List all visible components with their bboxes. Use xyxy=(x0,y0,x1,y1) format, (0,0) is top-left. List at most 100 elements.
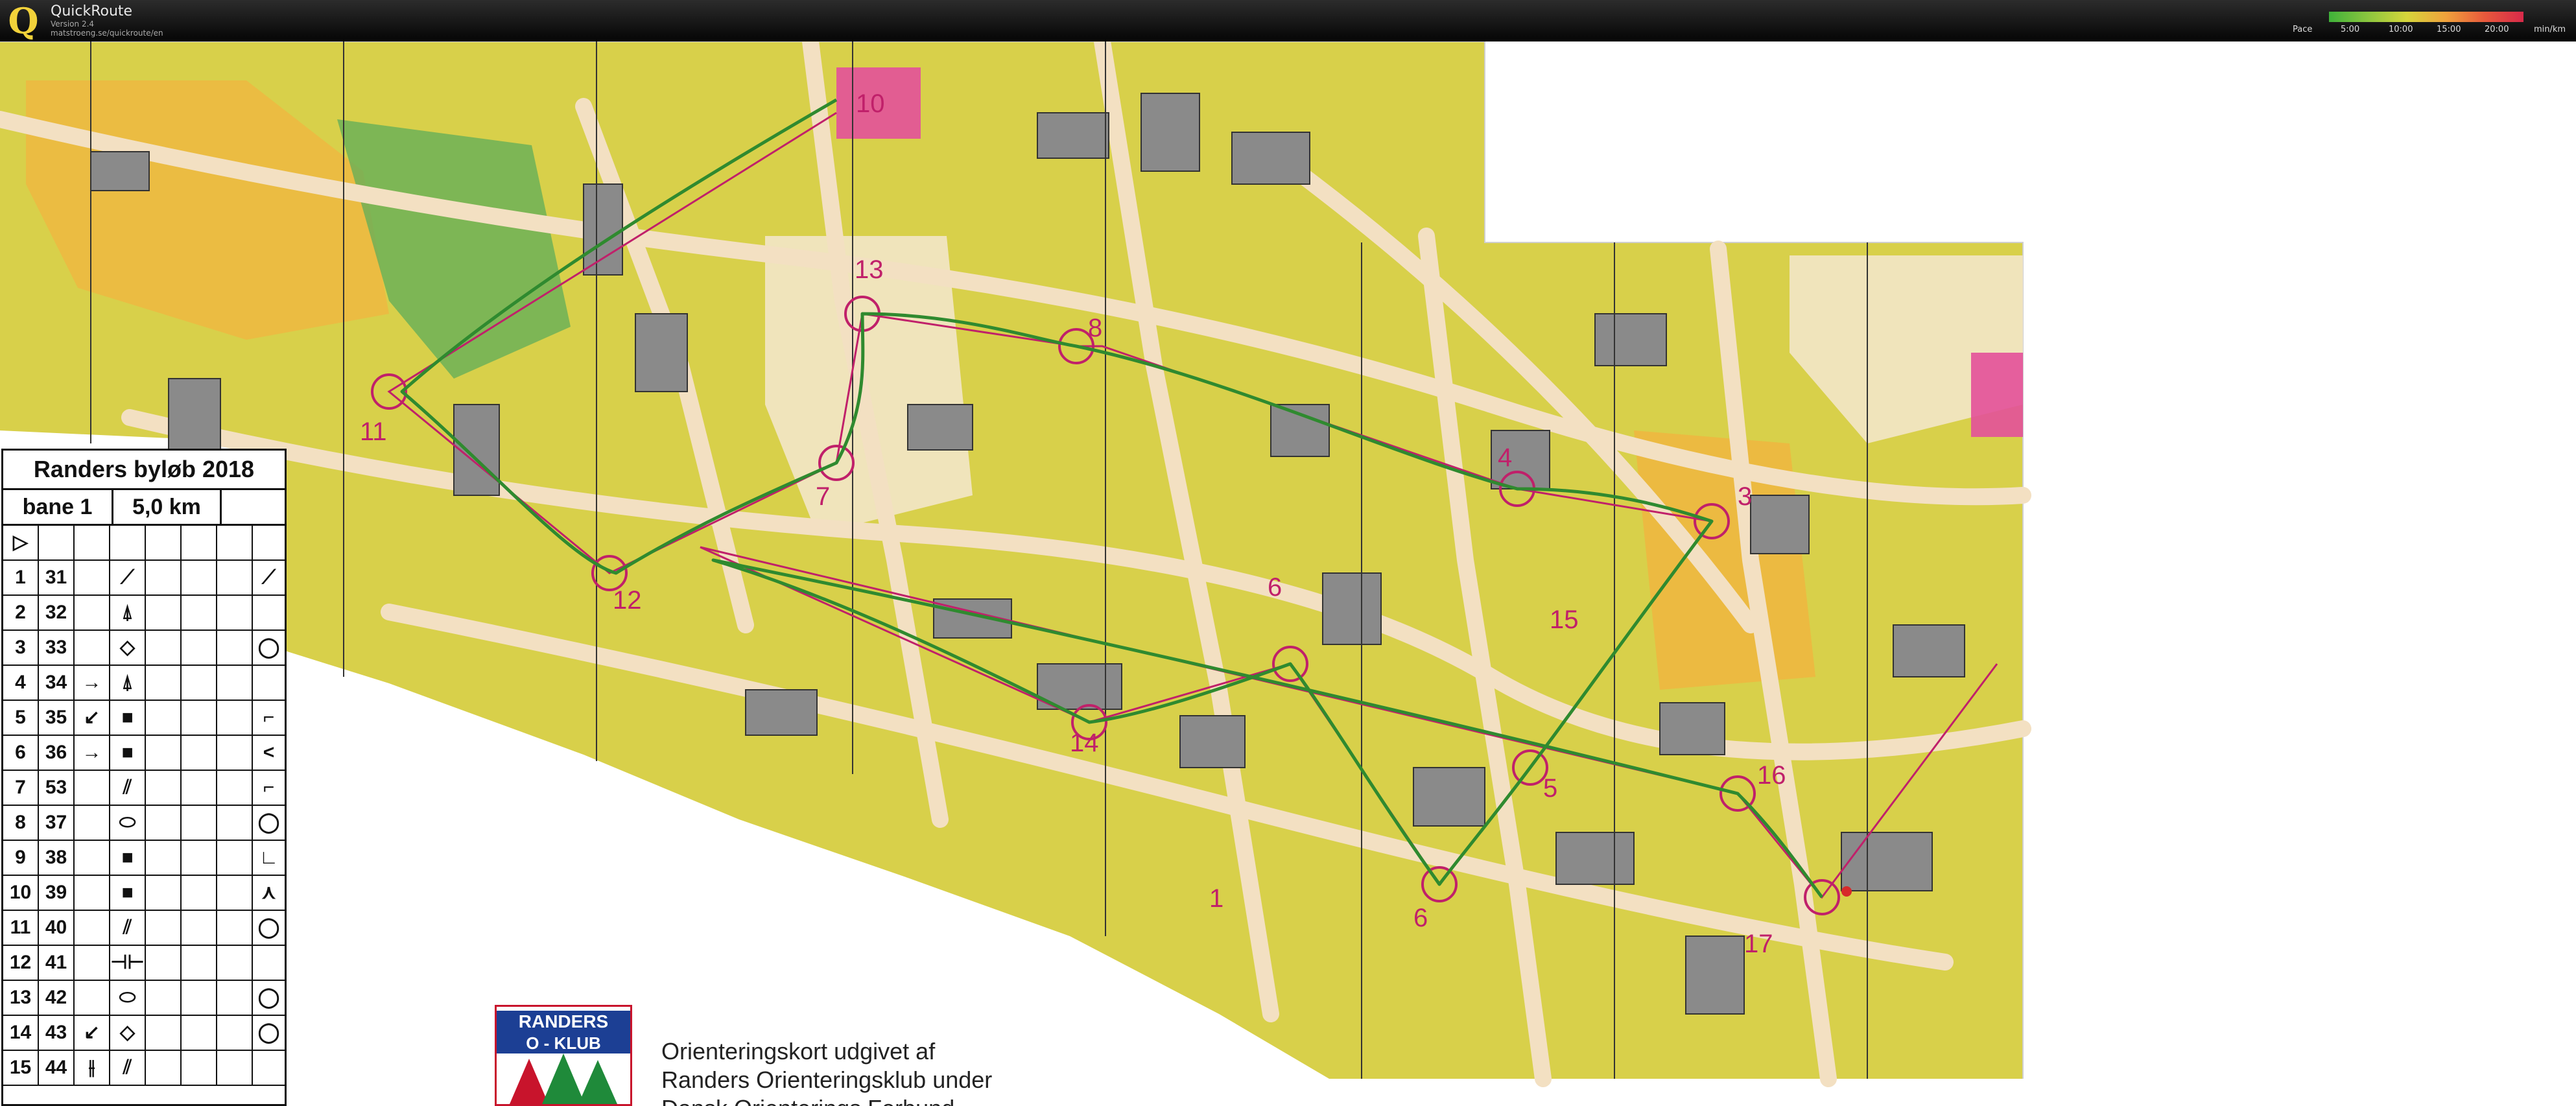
publisher-line: Orienteringskort udgivet af xyxy=(661,1038,936,1065)
control-sym3 xyxy=(146,1051,182,1085)
control-sym4 xyxy=(182,806,217,840)
control-num: 10 xyxy=(3,876,39,910)
control-sym1 xyxy=(75,806,110,840)
control-sym4 xyxy=(182,596,217,629)
control-label: 6 xyxy=(1413,904,1428,932)
control-code: 33 xyxy=(39,631,75,665)
control-num: 12 xyxy=(3,946,39,980)
control-sym3 xyxy=(146,806,182,840)
control-row: 5 35 ↙ ■ ⌐ xyxy=(3,701,285,736)
control-sym5 xyxy=(217,771,253,805)
control-code: 39 xyxy=(39,876,75,910)
control-code: 31 xyxy=(39,561,75,594)
control-sym4 xyxy=(182,701,217,735)
control-label: 15 xyxy=(1550,606,1579,634)
control-sym4 xyxy=(182,736,217,770)
control-sym6 xyxy=(253,596,285,629)
control-row: 6 36 → ■ < xyxy=(3,736,285,771)
control-num: 8 xyxy=(3,806,39,840)
control-sym4 xyxy=(182,841,217,875)
control-row: 12 41 ⊣⊢ xyxy=(3,946,285,981)
control-sym2: ⫽ xyxy=(110,771,146,805)
control-label: 4 xyxy=(1498,443,1513,472)
publisher-note: Orienteringskort udgivet af Randers Orie… xyxy=(661,1037,992,1106)
course-info: bane 1 5,0 km xyxy=(3,490,285,526)
control-row: 7 53 ⫽ ⌐ xyxy=(3,771,285,806)
control-num: 14 xyxy=(3,1016,39,1050)
control-row: 14 43 ↙ ◇ ◯ xyxy=(3,1016,285,1051)
control-sym5 xyxy=(217,596,253,629)
control-row: 11 40 ⫽ ◯ xyxy=(3,911,285,946)
control-sym6: ◯ xyxy=(257,987,280,1008)
control-label: 14 xyxy=(1070,729,1099,757)
control-sym4 xyxy=(182,876,217,910)
control-sym1 xyxy=(75,561,110,594)
control-rows: 1 31 ⟋ ⟋ 2 32 ⍋ 3 33 ◇ ◯ 4 34 → ⍋ 5 35 ↙ ■ ⌐ 6 36 → ■ <7 53 ⫽ ⌐ 8 37 ⬭… xyxy=(3,561,285,1086)
control-sym5 xyxy=(217,1051,253,1085)
control-sym6: ⌐ xyxy=(263,707,275,728)
course-name: bane 1 xyxy=(3,490,113,524)
control-sym6: ◯ xyxy=(257,812,280,833)
control-sym6: ◯ xyxy=(257,637,280,658)
app-title: QuickRoute xyxy=(51,3,133,19)
control-sym1: ↙ xyxy=(75,701,110,735)
control-sym6: ◯ xyxy=(257,917,280,938)
control-sym2: ⍋ xyxy=(110,596,146,629)
control-label: 1 xyxy=(1209,884,1224,913)
control-label: 12 xyxy=(613,586,642,615)
control-sym2: ◇ xyxy=(110,1016,146,1050)
control-sym2: ⬭ xyxy=(110,806,146,840)
control-code: 43 xyxy=(39,1016,75,1050)
control-sym1: → xyxy=(75,736,110,770)
course-length: 5,0 km xyxy=(113,490,222,524)
pace-color-scale xyxy=(2329,12,2523,22)
control-sym1 xyxy=(75,631,110,665)
start-row: ▷ xyxy=(3,526,285,561)
control-sym1 xyxy=(75,981,110,1015)
control-num: 15 xyxy=(3,1051,39,1085)
control-num: 13 xyxy=(3,981,39,1015)
control-code: 42 xyxy=(39,981,75,1015)
control-sym3 xyxy=(146,946,182,980)
control-row: 9 38 ■ ∟ xyxy=(3,841,285,876)
control-num: 11 xyxy=(3,911,39,945)
control-sym6: ⋏ xyxy=(261,882,276,903)
control-label: 17 xyxy=(1744,930,1773,958)
control-sym2: ■ xyxy=(110,876,146,910)
control-row: 2 32 ⍋ xyxy=(3,596,285,631)
quickroute-logo-icon: Q xyxy=(8,0,39,41)
control-sym4 xyxy=(182,981,217,1015)
control-sym6 xyxy=(253,666,285,700)
control-num: 7 xyxy=(3,771,39,805)
orienteering-map[interactable] xyxy=(0,41,2576,1106)
control-sym1: ↙ xyxy=(75,1016,110,1050)
control-sym5 xyxy=(217,876,253,910)
control-sym2: ⫽ xyxy=(110,911,146,945)
app-url[interactable]: matstroeng.se/quickroute/en xyxy=(51,29,163,38)
control-num: 5 xyxy=(3,701,39,735)
route-end-marker xyxy=(1841,886,1852,897)
pace-tick: 20:00 xyxy=(2485,25,2509,34)
control-sym5 xyxy=(217,701,253,735)
control-sym6: ⟋ xyxy=(262,567,276,588)
control-sym3 xyxy=(146,736,182,770)
control-code: 36 xyxy=(39,736,75,770)
control-sym1 xyxy=(75,946,110,980)
control-sym3 xyxy=(146,631,182,665)
control-code: 34 xyxy=(39,666,75,700)
control-code: 44 xyxy=(39,1051,75,1085)
control-code: 41 xyxy=(39,946,75,980)
control-row: 3 33 ◇ ◯ xyxy=(3,631,285,666)
control-label: 5 xyxy=(1543,774,1558,803)
control-sym3 xyxy=(146,911,182,945)
control-sym4 xyxy=(182,666,217,700)
control-code: 40 xyxy=(39,911,75,945)
control-sym4 xyxy=(182,1016,217,1050)
control-sym1 xyxy=(75,876,110,910)
control-sym1 xyxy=(75,596,110,629)
control-sym5 xyxy=(217,1016,253,1050)
control-code: 32 xyxy=(39,596,75,629)
control-label: 8 xyxy=(1088,314,1103,342)
control-sym2: ■ xyxy=(110,841,146,875)
map-viewport[interactable]: 10 13 8 7 12 11 4 3 6 5 6 14 15 16 17 1 … xyxy=(0,41,2576,1106)
